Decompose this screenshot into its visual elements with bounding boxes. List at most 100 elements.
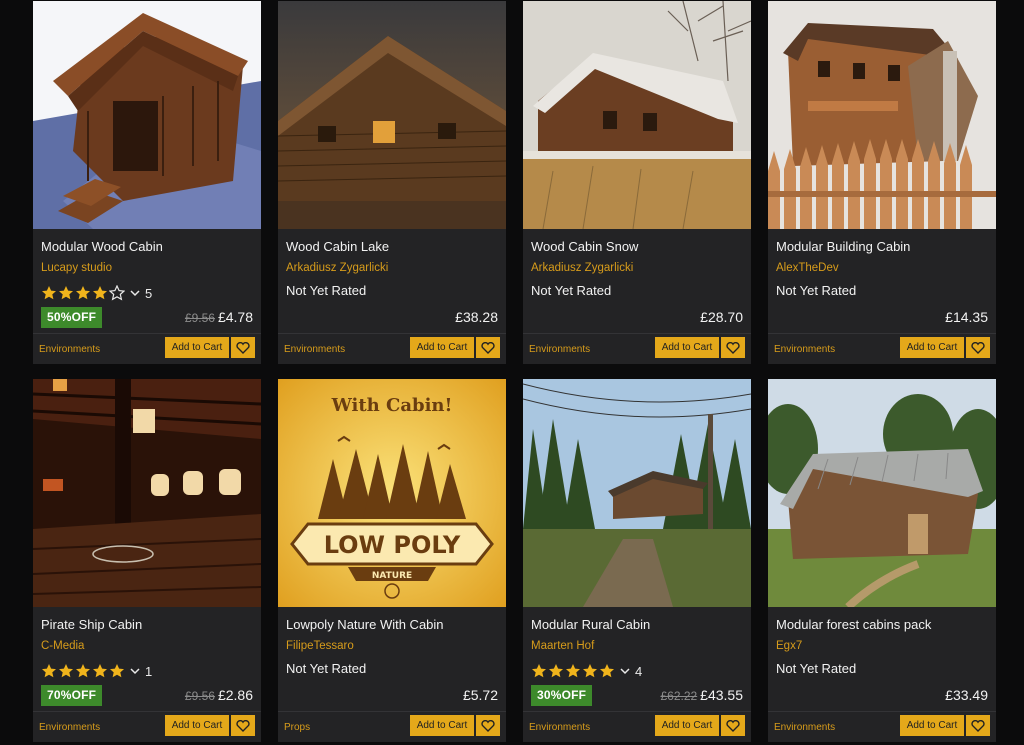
add-to-cart-button[interactable]: Add to Cart	[655, 715, 719, 736]
wishlist-button[interactable]	[721, 337, 745, 358]
price: £28.70	[700, 309, 743, 325]
publisher-link[interactable]: C-Media	[41, 640, 84, 652]
price: £38.28	[455, 309, 498, 325]
rating-row[interactable]: 4	[531, 661, 642, 681]
publisher-link[interactable]: Arkadiusz Zygarlicki	[531, 262, 633, 274]
publisher-link[interactable]: Egx7	[776, 640, 802, 652]
wishlist-button[interactable]	[231, 337, 255, 358]
add-to-cart-button[interactable]: Add to Cart	[655, 337, 719, 358]
rating-count: 4	[635, 663, 643, 679]
product-card[interactable]: Modular Rural Cabin Maarten Hof 4 30%OFF…	[523, 379, 751, 742]
price: £4.78	[217, 309, 253, 325]
thumb-title: LOW POLY	[324, 531, 461, 559]
rating-status: Not Yet Rated	[531, 283, 612, 298]
publisher-link[interactable]: FilipeTessaro	[286, 640, 354, 652]
star-empty-icon	[109, 285, 125, 301]
wishlist-button[interactable]	[476, 337, 500, 358]
rating-status: Not Yet Rated	[286, 283, 367, 298]
product-card[interactable]: With Cabin! LOW POLY NATURE Lowpoly Natu…	[278, 379, 506, 742]
product-thumbnail-pirate-ship-cabin[interactable]	[33, 379, 261, 607]
wishlist-button[interactable]	[966, 715, 990, 736]
wishlist-button[interactable]	[721, 715, 745, 736]
product-card[interactable]: Wood Cabin Lake Arkadiusz Zygarlicki Not…	[278, 1, 506, 364]
star-rating	[41, 285, 125, 301]
rating-status: Not Yet Rated	[286, 661, 367, 676]
product-title[interactable]: Pirate Ship Cabin	[41, 617, 255, 632]
add-to-cart-button[interactable]: Add to Cart	[900, 715, 964, 736]
price-row: £5.72	[463, 687, 498, 703]
product-thumbnail-lowpoly-nature-with-cabin[interactable]: With Cabin! LOW POLY NATURE	[278, 379, 506, 607]
star-filled-icon	[600, 664, 614, 678]
product-grid: Modular Wood Cabin Lucapy studio 5 50%OF…	[0, 0, 1024, 745]
product-title[interactable]: Modular Rural Cabin	[531, 617, 745, 632]
product-thumbnail-modular-forest-cabins-pack[interactable]	[768, 379, 996, 607]
category-link[interactable]: Environments	[774, 722, 835, 733]
heart-icon	[971, 719, 985, 732]
divider	[278, 711, 506, 712]
product-title[interactable]: Modular Wood Cabin	[41, 239, 255, 254]
category-link[interactable]: Props	[284, 722, 310, 733]
publisher-link[interactable]: AlexTheDev	[776, 262, 839, 274]
divider	[33, 333, 261, 334]
publisher-link[interactable]: Arkadiusz Zygarlicki	[286, 262, 388, 274]
category-link[interactable]: Environments	[39, 722, 100, 733]
product-title[interactable]: Modular Building Cabin	[776, 239, 990, 254]
product-title[interactable]: Lowpoly Nature With Cabin	[286, 617, 500, 632]
rating-row[interactable]: 1	[41, 661, 152, 681]
original-price: £62.22	[660, 689, 698, 703]
add-to-cart-button[interactable]: Add to Cart	[165, 337, 229, 358]
category-link[interactable]: Environments	[284, 344, 345, 355]
product-card[interactable]: Wood Cabin Snow Arkadiusz Zygarlicki Not…	[523, 1, 751, 364]
heart-icon	[236, 719, 250, 732]
rating-row[interactable]: 5	[41, 283, 152, 303]
thumb-heading: With Cabin!	[331, 395, 453, 416]
add-to-cart-button[interactable]: Add to Cart	[900, 337, 964, 358]
divider	[278, 333, 506, 334]
wishlist-button[interactable]	[966, 337, 990, 358]
category-link[interactable]: Environments	[774, 344, 835, 355]
product-card[interactable]: Modular forest cabins pack Egx7 Not Yet …	[768, 379, 996, 742]
discount-badge: 30%OFF	[531, 685, 593, 706]
star-filled-icon	[93, 286, 107, 300]
publisher-link[interactable]: Lucapy studio	[41, 262, 112, 274]
wishlist-button[interactable]	[476, 715, 500, 736]
star-filled-icon	[42, 664, 56, 678]
product-title[interactable]: Modular forest cabins pack	[776, 617, 990, 632]
star-filled-icon	[76, 286, 90, 300]
price: £2.86	[217, 687, 253, 703]
chevron-down-icon[interactable]	[130, 666, 140, 676]
product-card[interactable]: Pirate Ship Cabin C-Media 1 70%OFF £9.56…	[33, 379, 261, 742]
star-rating	[531, 663, 615, 679]
add-to-cart-button[interactable]: Add to Cart	[410, 715, 474, 736]
add-to-cart-button[interactable]: Add to Cart	[410, 337, 474, 358]
price: £14.35	[945, 309, 988, 325]
category-link[interactable]: Environments	[39, 344, 100, 355]
category-link[interactable]: Environments	[529, 344, 590, 355]
product-thumbnail-wood-cabin-snow[interactable]	[523, 1, 751, 229]
product-title[interactable]: Wood Cabin Snow	[531, 239, 745, 254]
product-thumbnail-modular-rural-cabin[interactable]	[523, 379, 751, 607]
price-row: £62.22 £43.55	[660, 687, 743, 703]
price-row: £33.49	[945, 687, 988, 703]
product-title[interactable]: Wood Cabin Lake	[286, 239, 500, 254]
product-thumbnail-modular-building-cabin[interactable]	[768, 1, 996, 229]
price-row: £9.56 £2.86	[185, 687, 253, 703]
product-thumbnail-modular-wood-cabin[interactable]	[33, 1, 261, 229]
discount-badge: 50%OFF	[41, 307, 103, 328]
divider	[768, 711, 996, 712]
wishlist-button[interactable]	[231, 715, 255, 736]
heart-icon	[726, 341, 740, 354]
add-to-cart-button[interactable]: Add to Cart	[165, 715, 229, 736]
price-row: £28.70	[700, 309, 743, 325]
category-link[interactable]: Environments	[529, 722, 590, 733]
publisher-link[interactable]: Maarten Hof	[531, 640, 594, 652]
rating-status: Not Yet Rated	[776, 283, 857, 298]
chevron-down-icon[interactable]	[130, 288, 140, 298]
product-thumbnail-wood-cabin-lake[interactable]	[278, 1, 506, 229]
price: £33.49	[945, 687, 988, 703]
divider	[33, 711, 261, 712]
product-card[interactable]: Modular Building Cabin AlexTheDev Not Ye…	[768, 1, 996, 364]
chevron-down-icon[interactable]	[620, 666, 630, 676]
star-filled-icon	[583, 664, 597, 678]
product-card[interactable]: Modular Wood Cabin Lucapy studio 5 50%OF…	[33, 1, 261, 364]
